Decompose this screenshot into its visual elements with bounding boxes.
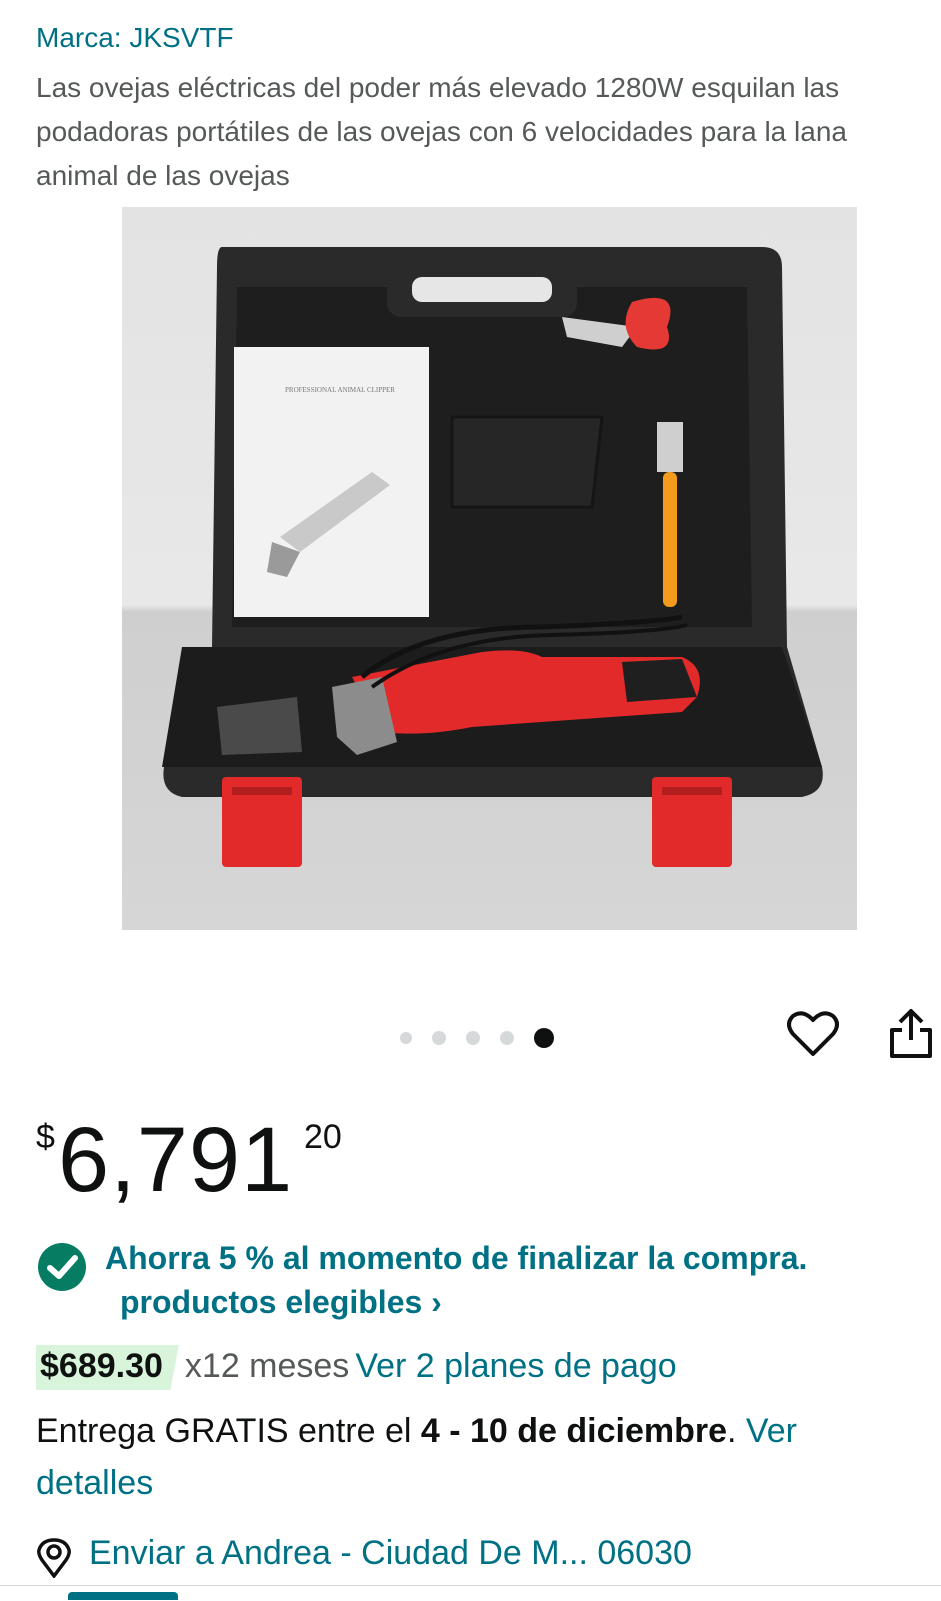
eligible-products-link[interactable]: productos elegibles › [120,1284,442,1321]
promo-text: Ahorra 5 % al momento de finalizar la co… [105,1240,808,1276]
delivery-prefix: Entrega GRATIS entre el [36,1412,421,1450]
carousel-indicator[interactable] [400,1026,554,1050]
location-pin-icon [37,1538,71,1578]
payment-plans-link[interactable]: Ver 2 planes de pago [355,1347,676,1385]
delivery-info: Entrega GRATIS entre el 4 - 10 de diciem… [36,1405,916,1509]
bottom-tab-indicator [68,1592,178,1600]
carousel-dot[interactable] [466,1031,480,1045]
heart-icon[interactable] [787,1010,839,1058]
manual-sheet: PROFESSIONAL ANIMAL CLIPPER [234,347,429,617]
installment-amount: $689.30 [36,1345,179,1390]
delivery-dates: 4 - 10 de diciembre [420,1412,728,1450]
product-image[interactable]: PROFESSIONAL ANIMAL CLIPPER [122,207,857,930]
ship-to-text[interactable]: Enviar a Andrea - Ciudad De M... 06030 [89,1534,692,1573]
manual-text: PROFESSIONAL ANIMAL CLIPPER [285,386,395,394]
price-whole: 6,791 [58,1109,294,1211]
installments-row: $689.30 x12 meses Ver 2 planes de pago [36,1345,677,1390]
price-fraction: 20 [304,1118,342,1156]
product-title: Las ovejas eléctricas del poder más elev… [36,72,847,191]
carousel-dot-active[interactable] [534,1028,554,1048]
price-currency: $ [36,1118,55,1156]
brand-link[interactable]: Marca: JKSVTF [36,22,234,54]
delivery-suffix: . [727,1412,746,1450]
check-circle-icon [38,1243,86,1291]
installment-months: x12 meses [184,1347,350,1385]
carousel-dot[interactable] [500,1031,514,1045]
share-icon[interactable] [888,1008,934,1060]
carousel-dot[interactable] [432,1031,446,1045]
carousel-dot[interactable] [400,1032,412,1044]
